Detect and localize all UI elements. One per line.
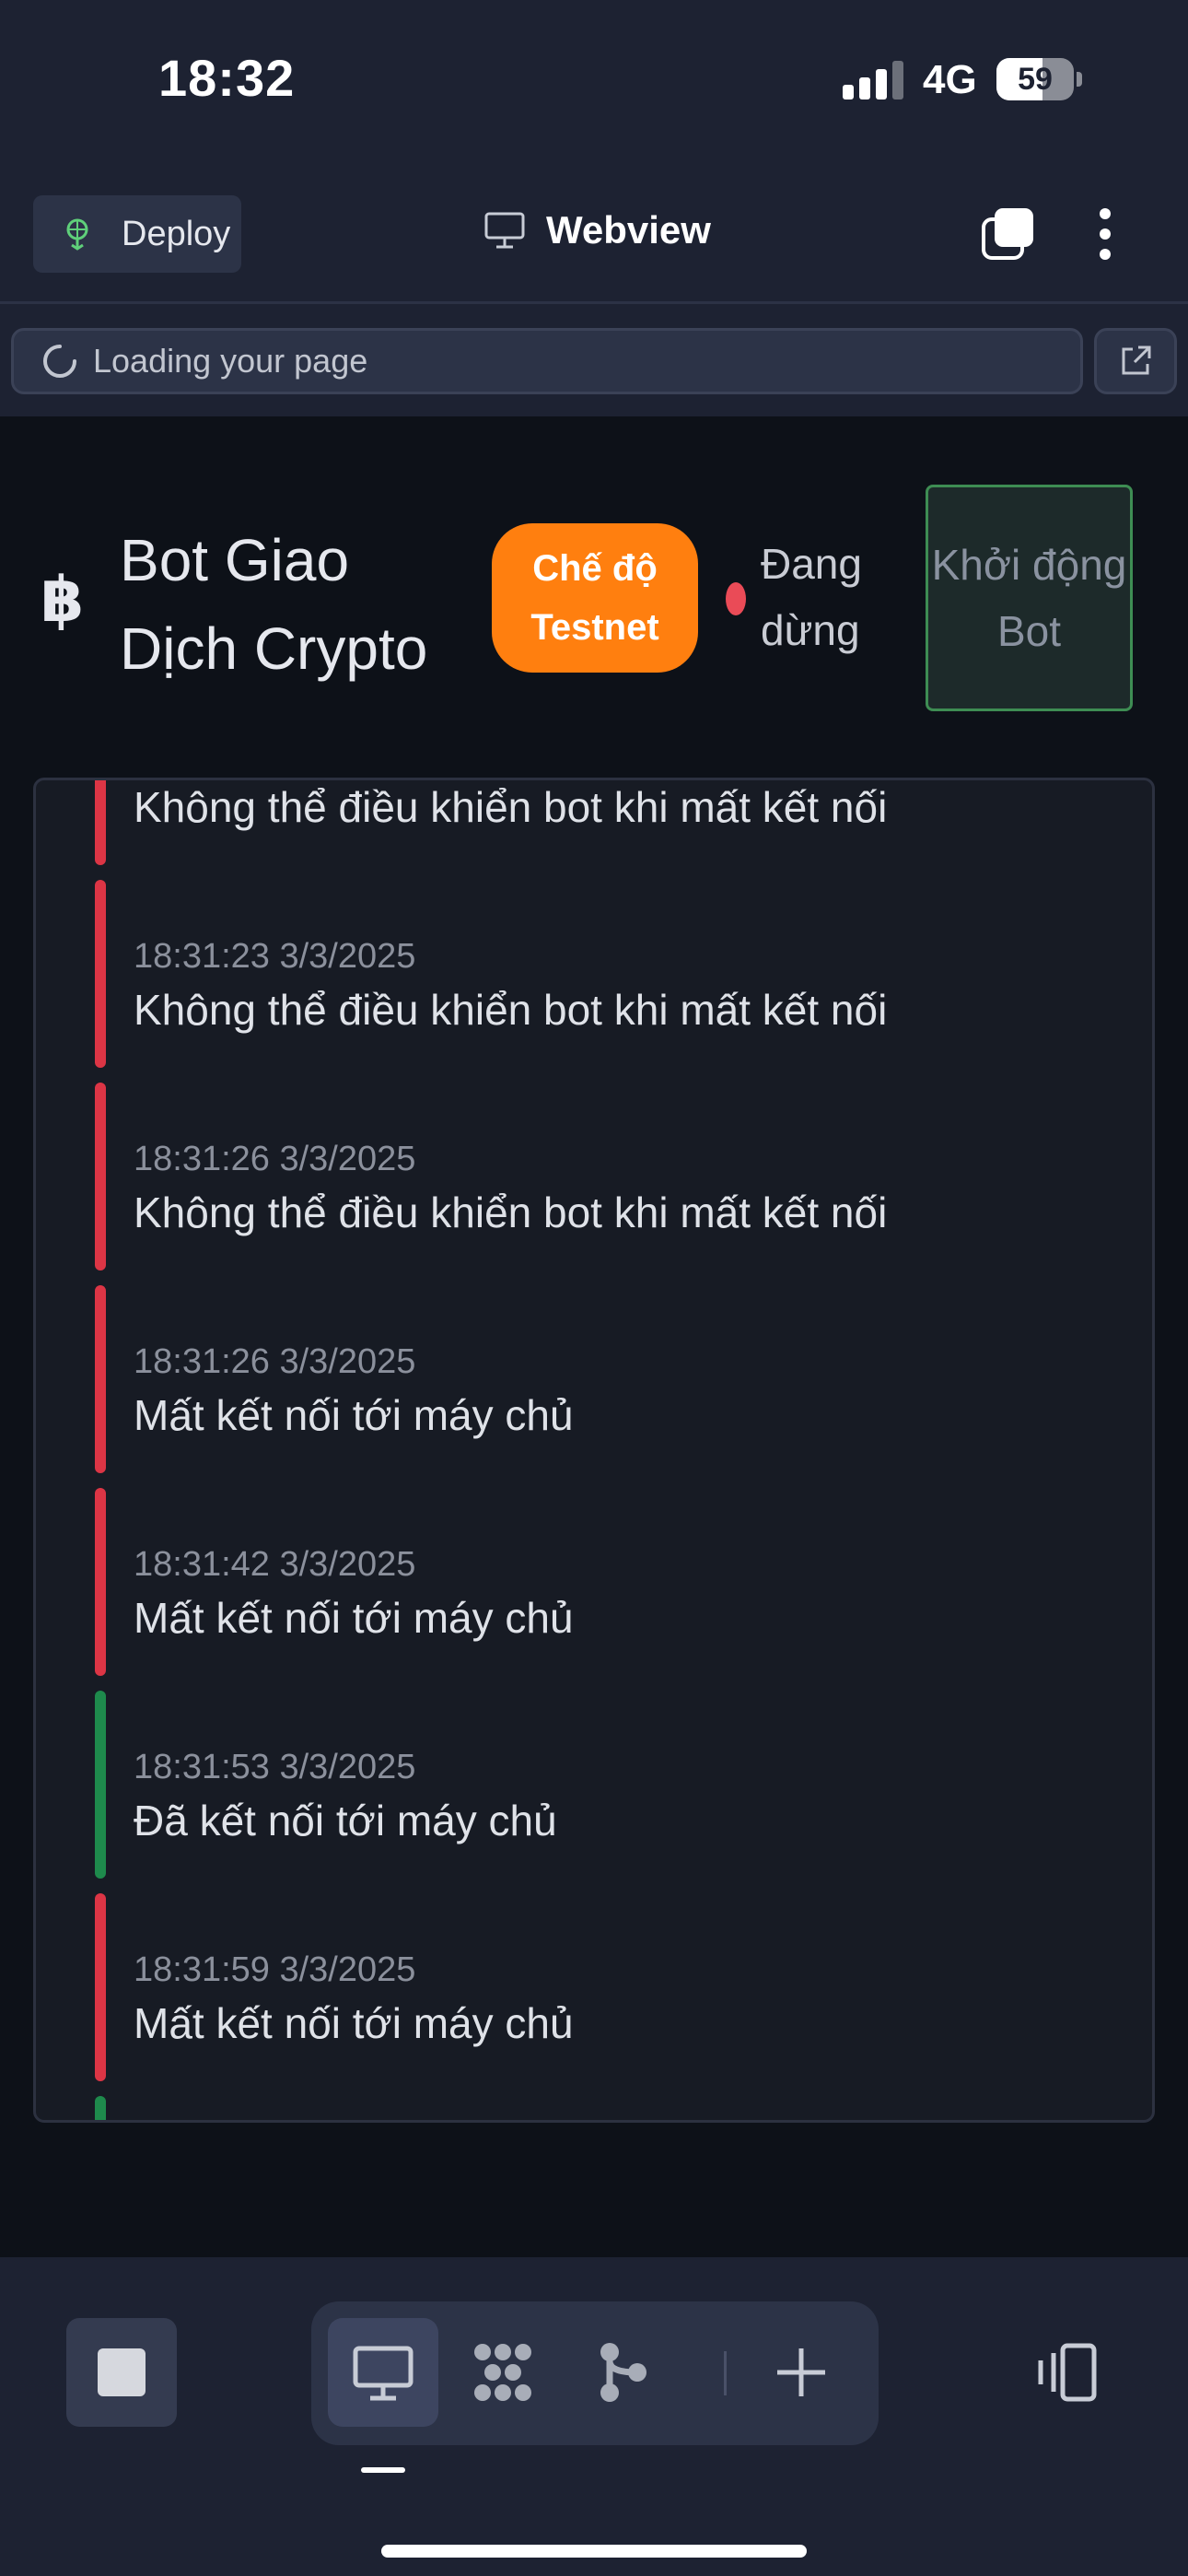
log-level-bar xyxy=(95,1285,106,1473)
log-time: 18:31:23 3/3/2025 xyxy=(134,937,416,976)
tabs-icon[interactable] xyxy=(980,206,1035,262)
log-message: Không thể điều khiển bot khi mất kết nối xyxy=(134,783,888,831)
log-level-bar xyxy=(95,1488,106,1676)
app-header: ฿ Bot Giao Dịch Crypto Chế độ Testnet Đa… xyxy=(0,416,1188,739)
webview-content: ฿ Bot Giao Dịch Crypto Chế độ Testnet Đa… xyxy=(0,416,1188,2257)
monitor-icon xyxy=(484,212,525,249)
tool-divider xyxy=(724,2351,727,2395)
webview-title: Webview xyxy=(483,208,711,252)
status-bar: 18:32 4G 59 xyxy=(0,0,1188,166)
log-level-bar xyxy=(95,780,106,865)
webview-title-label: Webview xyxy=(546,208,711,252)
log-item: 18:31:42 3/3/2025 Mất kết nối tới máy ch… xyxy=(95,1488,1108,1676)
git-tool-button[interactable] xyxy=(567,2318,678,2427)
more-options-icon[interactable] xyxy=(1092,206,1118,262)
app-title: Bot Giao Dịch Crypto xyxy=(120,527,428,682)
packages-icon xyxy=(474,2344,531,2401)
deploy-button[interactable]: Deploy xyxy=(33,195,241,273)
external-link-icon xyxy=(1122,345,1151,375)
log-level-bar xyxy=(95,1083,106,1270)
status-indicator-dot xyxy=(726,582,746,615)
top-toolbar: Deploy Webview xyxy=(0,175,1188,304)
url-bar-text: Loading your page xyxy=(93,342,368,380)
stop-icon xyxy=(98,2348,146,2396)
bitcoin-icon: ฿ xyxy=(41,565,85,635)
log-item: 18:31:26 3/3/2025 Mất kết nối tới máy ch… xyxy=(95,1285,1108,1473)
log-level-bar xyxy=(95,880,106,1068)
webview-tool-button[interactable] xyxy=(328,2318,438,2427)
battery-percent: 59 xyxy=(1018,62,1053,97)
log-item: 18:31:23 3/3/2025 Không thể điều khiển b… xyxy=(95,880,1108,1068)
deploy-label: Deploy xyxy=(122,214,231,253)
active-tab-indicator xyxy=(361,2467,405,2473)
log-message: Không thể điều khiển bot khi mất kết nối xyxy=(134,1188,888,1236)
log-message: Mất kết nối tới máy chủ xyxy=(134,1594,574,1642)
log-message: Mất kết nối tới máy chủ xyxy=(134,1999,574,2047)
log-item: Không thể điều khiển bot khi mất kết nối xyxy=(95,780,1108,865)
start-bot-button[interactable]: Khởi động Bot xyxy=(926,485,1133,711)
log-item: 18:31:26 3/3/2025 Không thể điều khiển b… xyxy=(95,1083,1108,1270)
stop-button[interactable] xyxy=(66,2318,177,2427)
log-time: 18:31:26 3/3/2025 xyxy=(134,1342,416,1381)
monitor-icon xyxy=(353,2346,413,2401)
url-bar[interactable]: Loading your page xyxy=(11,328,1083,394)
log-item: 18:31:53 3/3/2025 Đã kết nối tới máy chủ xyxy=(95,1691,1108,1879)
log-level-bar xyxy=(95,2096,106,2120)
bottom-bar xyxy=(0,2257,1188,2576)
bot-status-text: Đang dừng xyxy=(761,540,862,654)
log-message: Mất kết nối tới máy chủ xyxy=(134,1391,574,1439)
log-level-bar xyxy=(95,1893,106,2081)
home-indicator[interactable] xyxy=(381,2545,807,2558)
cellular-signal-icon xyxy=(843,61,903,100)
log-level-bar xyxy=(95,1691,106,1879)
log-time: 18:31:53 3/3/2025 xyxy=(134,1748,416,1786)
open-external-button[interactable] xyxy=(1094,328,1177,394)
log-panel[interactable]: Không thể điều khiển bot khi mất kết nối… xyxy=(33,778,1155,2123)
network-type: 4G xyxy=(923,57,977,102)
log-item xyxy=(95,2096,1108,2120)
tool-group xyxy=(311,2301,879,2445)
loading-spinner-icon xyxy=(43,345,76,378)
git-branch-icon xyxy=(600,2343,646,2402)
devices-icon[interactable] xyxy=(1033,2340,1098,2405)
log-time: 18:31:59 3/3/2025 xyxy=(134,1950,416,1989)
log-time: 18:31:26 3/3/2025 xyxy=(134,1140,416,1178)
packages-tool-button[interactable] xyxy=(448,2318,558,2427)
log-message: Đã kết nối tới máy chủ xyxy=(134,1797,557,1844)
log-item: 18:31:59 3/3/2025 Mất kết nối tới máy ch… xyxy=(95,1893,1108,2081)
battery-icon: 59 xyxy=(996,58,1082,100)
plus-icon xyxy=(777,2348,825,2396)
log-message: Không thể điều khiển bot khi mất kết nối xyxy=(134,986,888,1034)
deploy-icon xyxy=(66,218,88,251)
add-tool-button[interactable] xyxy=(746,2318,856,2427)
log-time: 18:31:42 3/3/2025 xyxy=(134,1545,416,1584)
testnet-mode-badge: Chế độ Testnet xyxy=(492,523,698,673)
status-time: 18:32 xyxy=(158,49,296,107)
